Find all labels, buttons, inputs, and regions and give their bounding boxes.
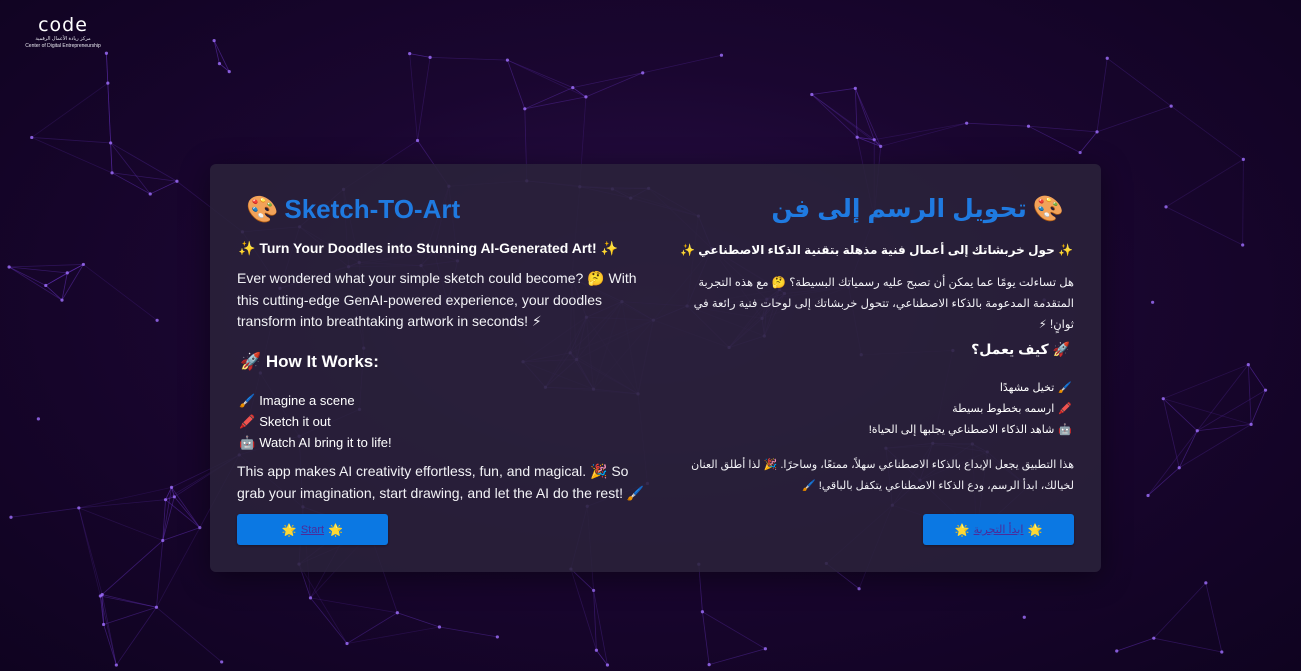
palette-icon: 🎨 (1032, 195, 1064, 223)
logo-arabic-name: مركز ريادة الأعمال الرقمية (35, 36, 91, 42)
arabic-subtitle: ✨ حول خربشاتك إلى أعمال فنية مذهلة بتقني… (679, 243, 1073, 257)
english-steps-list: 🖌️ Imagine a scene 🖍️ Sketch it out 🤖 Watch… (237, 390, 392, 453)
list-item: 🤖 Watch AI bring it to life! (237, 432, 392, 453)
start-button-label: Start (300, 523, 325, 536)
step-text: شاهد الذكاء الاصطناعي يجلبها إلى الحياة! (868, 424, 1055, 436)
palette-icon: 🎨 (246, 194, 279, 224)
step-text: Sketch it out (259, 414, 331, 429)
list-item: 🖌️ Imagine a scene (237, 390, 392, 411)
arabic-intro: هل تساءلت يومًا عما يمكن أن تصبح عليه رس… (693, 277, 1074, 331)
english-title: 🎨 Sketch-TO-Art (240, 194, 460, 225)
list-item: 🖍️ارسمه بخطوط بسيطة (869, 399, 1074, 420)
step-text: Imagine a scene (259, 393, 355, 408)
step-text: تخيل مشهدًا (999, 382, 1055, 394)
english-title-text: Sketch-TO-Art (284, 194, 461, 224)
step-text: ارسمه بخطوط بسيطة (952, 403, 1055, 415)
start-button[interactable]: 🌟 Start 🌟 (237, 514, 388, 545)
crayon-icon: 🖍️ (239, 414, 256, 429)
intro-card: 🎨 Sketch-TO-Art ✨ Turn Your Doodles into … (210, 164, 1101, 572)
list-item: 🤖شاهد الذكاء الاصطناعي يجلبها إلى الحياة… (869, 420, 1074, 441)
brush-icon: 🖌️ (1058, 382, 1072, 394)
arabic-how-it-works-title: 🚀 كيف يعمل؟ (971, 341, 1070, 357)
star-icon: 🌟 (1027, 522, 1043, 537)
robot-icon: 🤖 (239, 435, 256, 450)
english-how-it-works-title: 🚀 How It Works: (240, 352, 379, 371)
crayon-icon: 🖍️ (1058, 403, 1072, 415)
logo-wordmark: code (38, 14, 88, 36)
english-intro: Ever wondered what your simple sketch co… (237, 270, 637, 329)
code-logo: code مركز ريادة الأعمال الرقمية Center o… (20, 14, 110, 50)
brush-icon: 🖌️ (239, 393, 256, 408)
list-item: 🖌️تخيل مشهدًا (869, 378, 1074, 399)
arabic-outro: هذا التطبيق يجعل الإبداع بالذكاء الاصطنا… (691, 459, 1074, 492)
star-icon: 🌟 (954, 522, 970, 537)
english-outro: This app makes AI creativity effortless,… (237, 463, 645, 501)
logo-english-name: Center of Digital Entrepreneurship (25, 43, 101, 49)
english-subtitle: ✨ Turn Your Doodles into Stunning AI-Gen… (238, 240, 618, 256)
arabic-title: 🎨تحويل الرسم إلى فن (771, 194, 1070, 224)
start-button-arabic[interactable]: 🌟 ابدأ التجربة 🌟 (923, 514, 1074, 545)
start-button-arabic-label: ابدأ التجربة (973, 524, 1024, 536)
arabic-title-text: تحويل الرسم إلى فن (771, 195, 1027, 223)
arabic-steps-list: 🖌️تخيل مشهدًا 🖍️ارسمه بخطوط بسيطة 🤖شاهد … (869, 378, 1074, 441)
list-item: 🖍️ Sketch it out (237, 411, 392, 432)
star-icon: 🌟 (281, 522, 297, 537)
robot-icon: 🤖 (1058, 424, 1072, 436)
star-icon: 🌟 (328, 522, 344, 537)
english-column: 🎨 Sketch-TO-Art ✨ Turn Your Doodles into … (237, 164, 657, 572)
step-text: Watch AI bring it to life! (259, 435, 392, 450)
arabic-column: 🎨تحويل الرسم إلى فن ✨ حول خربشاتك إلى أع… (680, 164, 1074, 572)
